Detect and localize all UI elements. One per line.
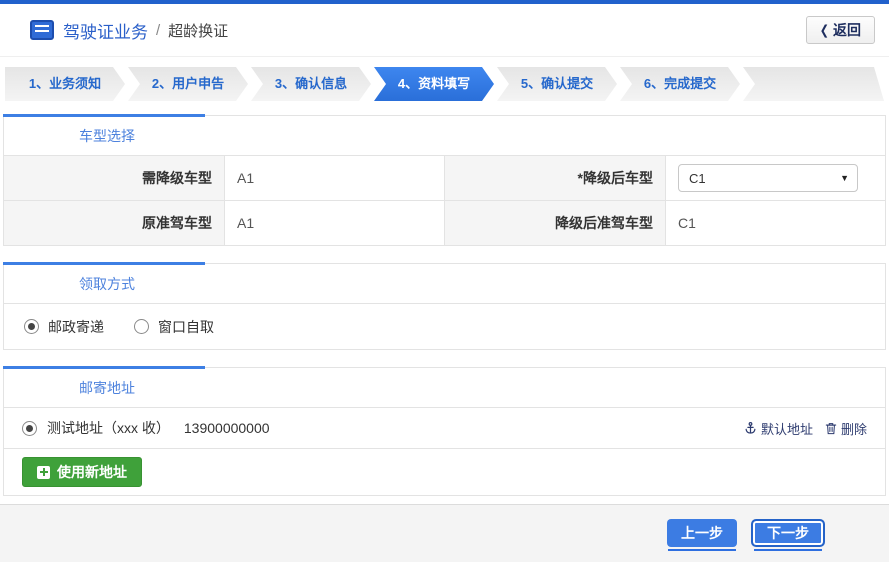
step-5-confirm-submit[interactable]: 5、确认提交 — [497, 67, 617, 101]
radio-checked-icon — [24, 319, 39, 334]
vehicle-row-2: 原准驾车型 A1 降级后准驾车型 C1 — [4, 200, 885, 245]
section-vehicle-type: 车型选择 需降级车型 A1 *降级后车型 C1 ▼ 原准驾车型 A1 降级后准驾… — [3, 114, 886, 246]
section-title-vehicle-type: 车型选择 — [4, 116, 885, 156]
caret-down-icon: ▼ — [840, 173, 849, 183]
delete-address-link[interactable]: 删除 — [825, 419, 867, 438]
step-1-business-notice[interactable]: 1、业务须知 — [5, 67, 125, 101]
section-accent-line — [3, 262, 205, 265]
prev-step-button[interactable]: 上一步 — [667, 519, 737, 551]
chevron-left-icon: ❮ — [819, 23, 829, 38]
value-post-downgrade-permitted-type: C1 — [678, 215, 696, 231]
step-filler — [743, 67, 884, 101]
post-downgrade-type-select-value: C1 — [689, 170, 706, 186]
step-6-complete-submit[interactable]: 6、完成提交 — [620, 67, 740, 101]
address-links: 默认地址 删除 — [744, 419, 867, 438]
post-downgrade-type-select[interactable]: C1 ▼ — [678, 164, 858, 192]
pickup-options-row: 邮政寄递 窗口自取 — [4, 304, 885, 349]
back-button[interactable]: ❮ 返回 — [805, 16, 875, 44]
plus-icon — [37, 465, 50, 479]
delete-address-label: 删除 — [840, 421, 867, 437]
address-radio[interactable] — [22, 420, 37, 436]
default-address-label: 默认地址 — [760, 421, 813, 437]
section-accent-line — [3, 114, 205, 117]
step-3-confirm-info[interactable]: 3、确认信息 — [251, 67, 371, 101]
window-pickup-label: 窗口自取 — [158, 318, 214, 335]
value-original-permitted-type: A1 — [225, 201, 445, 245]
breadcrumb-separator: / — [156, 21, 161, 39]
add-address-row: 使用新地址 — [4, 449, 885, 495]
add-new-address-button[interactable]: 使用新地址 — [22, 457, 142, 487]
page-subtitle: 超龄换证 — [168, 22, 229, 40]
label-post-downgrade-type: *降级后车型 — [445, 156, 666, 200]
next-step-button[interactable]: 下一步 — [751, 519, 825, 551]
add-new-address-label: 使用新地址 — [57, 464, 127, 480]
anchor-icon — [745, 422, 756, 434]
radio-option-window-pickup[interactable]: 窗口自取 — [134, 317, 214, 337]
license-business-icon — [30, 20, 54, 40]
label-post-downgrade-permitted-type: 降级后准驾车型 — [445, 201, 666, 245]
label-downgrade-required-type: 需降级车型 — [4, 156, 225, 200]
page-title: 驾驶证业务 — [63, 22, 148, 42]
address-phone: 13900000000 — [183, 420, 270, 436]
footer-bar: 上一步 下一步 — [0, 504, 889, 562]
vehicle-row-1: 需降级车型 A1 *降级后车型 C1 ▼ — [4, 156, 885, 200]
steps-bar: 1、业务须知 2、用户申告 3、确认信息 4、资料填写 5、确认提交 6、完成提… — [5, 67, 884, 101]
default-address-link[interactable]: 默认地址 — [744, 419, 813, 438]
trash-icon — [825, 422, 837, 434]
page-header: 驾驶证业务 / 超龄换证 ❮ 返回 — [0, 4, 889, 57]
section-pickup-method: 领取方式 邮政寄递 窗口自取 — [3, 262, 886, 350]
section-accent-line — [3, 366, 205, 369]
main-content: 车型选择 需降级车型 A1 *降级后车型 C1 ▼ 原准驾车型 A1 降级后准驾… — [0, 101, 889, 504]
section-mailing-address: 邮寄地址 测试地址（xxx 收） 13900000000 默认地址 删除 使用新… — [3, 366, 886, 496]
section-title-mailing-address: 邮寄地址 — [4, 368, 885, 408]
value-downgrade-required-type: A1 — [225, 156, 445, 200]
page: 驾驶证业务 / 超龄换证 ❮ 返回 1、业务须知 2、用户申告 3、确认信息 4… — [0, 0, 889, 562]
label-original-permitted-type: 原准驾车型 — [4, 201, 225, 245]
address-entry-row: 测试地址（xxx 收） 13900000000 默认地址 删除 — [4, 408, 885, 449]
section-title-pickup-method: 领取方式 — [4, 264, 885, 304]
radio-unchecked-icon — [134, 319, 149, 334]
step-2-user-declaration[interactable]: 2、用户申告 — [128, 67, 248, 101]
address-text: 测试地址（xxx 收） — [47, 420, 170, 436]
radio-option-postal-delivery[interactable]: 邮政寄递 — [24, 317, 104, 337]
postal-delivery-label: 邮政寄递 — [48, 318, 104, 335]
back-button-label: 返回 — [833, 22, 861, 38]
step-4-fill-in-data[interactable]: 4、资料填写 — [374, 67, 494, 101]
